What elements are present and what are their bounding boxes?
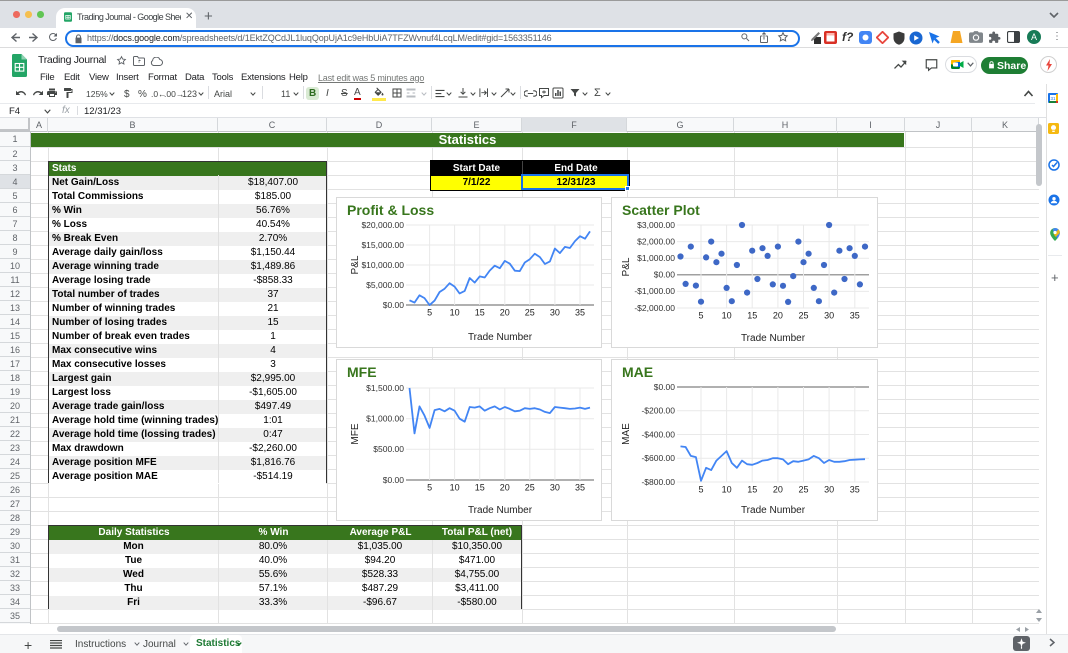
svg-text:-$1,000.00: -$1,000.00 (634, 286, 675, 296)
svg-text:5: 5 (427, 483, 432, 493)
svg-text:20: 20 (773, 485, 783, 495)
svg-text:-$800.00: -$800.00 (641, 477, 675, 487)
svg-text:35: 35 (575, 308, 585, 318)
svg-text:30: 30 (550, 483, 560, 493)
svg-text:-$400.00: -$400.00 (641, 429, 675, 439)
svg-text:31: 31 (1050, 96, 1056, 101)
svg-text:$500.00: $500.00 (373, 444, 404, 454)
svg-text:15: 15 (475, 308, 485, 318)
svg-text:$0.00: $0.00 (383, 475, 405, 485)
svg-text:P&L: P&L (350, 255, 361, 274)
svg-text:MAE: MAE (621, 423, 632, 445)
svg-text:$1,500.00: $1,500.00 (366, 383, 404, 393)
svg-text:5: 5 (698, 485, 703, 495)
svg-text:10: 10 (450, 308, 460, 318)
svg-text:30: 30 (824, 485, 834, 495)
svg-text:10: 10 (450, 483, 460, 493)
svg-text:10: 10 (722, 485, 732, 495)
svg-text:$10,000.00: $10,000.00 (361, 260, 404, 270)
svg-text:25: 25 (798, 485, 808, 495)
svg-text:MAE: MAE (622, 364, 653, 380)
svg-text:5: 5 (698, 311, 703, 321)
svg-text:Trade Number: Trade Number (741, 505, 806, 516)
svg-text:$1,000.00: $1,000.00 (637, 253, 675, 263)
svg-text:P&L: P&L (621, 257, 632, 276)
svg-text:$0.00: $0.00 (654, 382, 676, 392)
svg-text:35: 35 (575, 483, 585, 493)
svg-text:15: 15 (475, 483, 485, 493)
svg-text:-$600.00: -$600.00 (641, 453, 675, 463)
svg-text:Trade Number: Trade Number (468, 332, 533, 343)
svg-text:$0.00: $0.00 (383, 300, 405, 310)
svg-text:35: 35 (850, 311, 860, 321)
svg-text:$0.00: $0.00 (654, 270, 676, 280)
svg-text:35: 35 (850, 485, 860, 495)
svg-text:$2,000.00: $2,000.00 (637, 236, 675, 246)
svg-text:30: 30 (550, 308, 560, 318)
svg-text:20: 20 (500, 483, 510, 493)
svg-text:20: 20 (773, 311, 783, 321)
svg-text:20: 20 (500, 308, 510, 318)
svg-text:$5,000.00: $5,000.00 (366, 280, 404, 290)
svg-text:Profit & Loss: Profit & Loss (347, 202, 434, 218)
svg-text:-$2,000.00: -$2,000.00 (634, 303, 675, 313)
svg-text:$1,000.00: $1,000.00 (366, 414, 404, 424)
svg-text:MFE: MFE (347, 364, 377, 380)
svg-text:10: 10 (722, 311, 732, 321)
svg-text:$15,000.00: $15,000.00 (361, 240, 404, 250)
svg-text:$20,000.00: $20,000.00 (361, 220, 404, 230)
svg-text:25: 25 (798, 311, 808, 321)
svg-text:-$200.00: -$200.00 (641, 406, 675, 416)
svg-text:25: 25 (525, 308, 535, 318)
svg-text:25: 25 (525, 483, 535, 493)
svg-text:5: 5 (427, 308, 432, 318)
svg-text:$3,000.00: $3,000.00 (637, 220, 675, 230)
svg-text:MFE: MFE (350, 423, 361, 444)
svg-text:Scatter Plot: Scatter Plot (622, 202, 700, 218)
svg-text:15: 15 (747, 311, 757, 321)
svg-text:Trade Number: Trade Number (468, 505, 533, 516)
svg-text:15: 15 (747, 485, 757, 495)
svg-text:Trade Number: Trade Number (741, 333, 806, 344)
svg-text:30: 30 (824, 311, 834, 321)
